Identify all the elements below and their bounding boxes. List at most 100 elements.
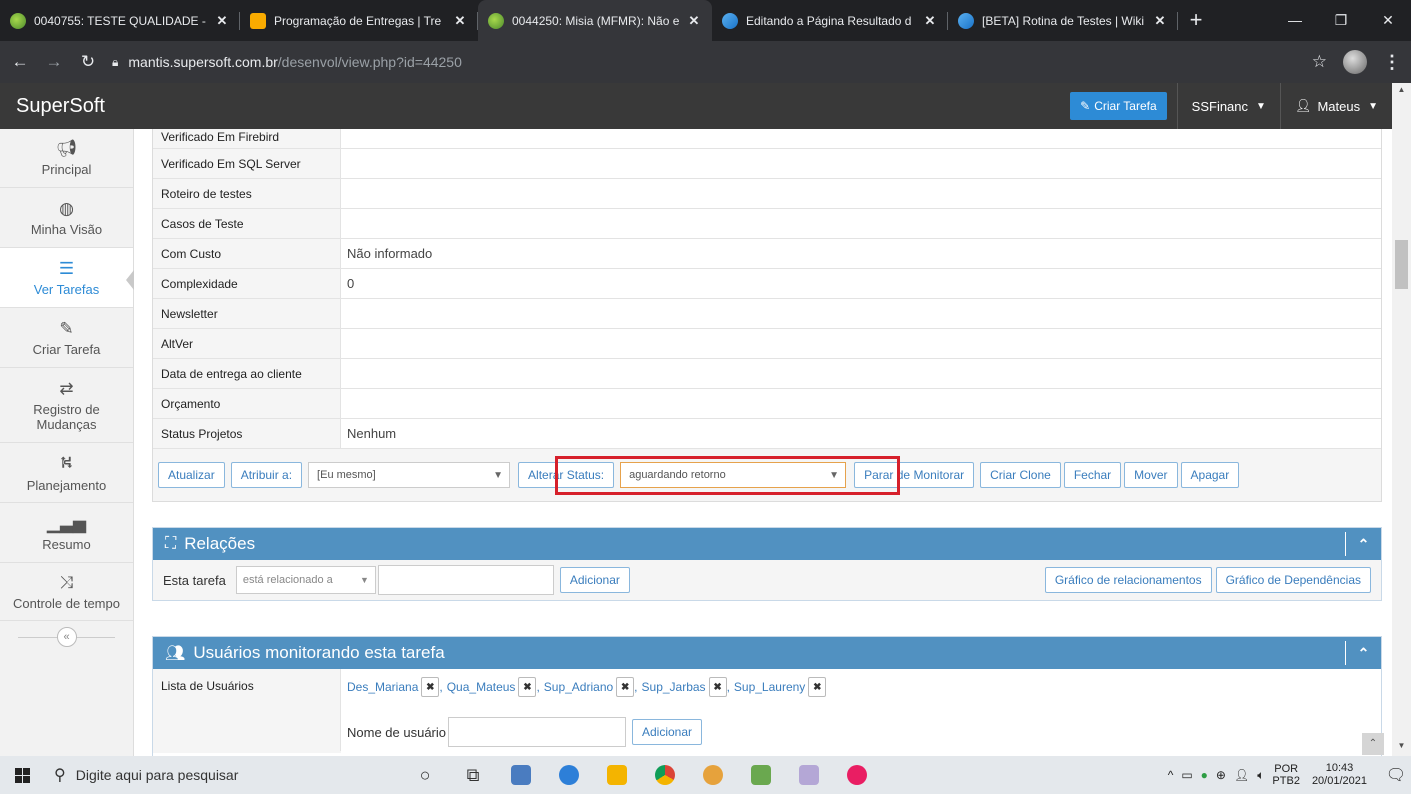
sidebar-item-principal[interactable]: 📢︎ Principal	[0, 129, 133, 188]
create-task-button[interactable]: ✎ Criar Tarefa	[1070, 92, 1167, 120]
browser-tab-active[interactable]: 0044250: Misia (MFMR): Não e ✕	[478, 0, 712, 41]
browser-tab[interactable]: Programação de Entregas | Tre ✕	[240, 0, 478, 41]
assign-select[interactable]: [Eu mesmo] ▼	[308, 462, 511, 488]
monitor-user: Sup_Jarbas ✖,	[642, 677, 730, 697]
relations-graph-button[interactable]: Gráfico de relacionamentos	[1044, 567, 1212, 593]
scroll-down-icon[interactable]: ▼	[1392, 741, 1411, 750]
paint-icon[interactable]	[785, 756, 833, 794]
user-icon[interactable]: 👤︎	[1234, 768, 1249, 782]
monitor-user-name[interactable]: Sup_Adriano	[544, 680, 613, 694]
shield-check-icon[interactable]: ●	[1201, 768, 1208, 782]
page-scrollbar[interactable]: ▲ ▼	[1392, 83, 1411, 756]
url-field[interactable]: 🔒︎ mantis.supersoft.com.br/desenvol/view…	[112, 47, 1312, 77]
add-relation-button[interactable]: Adicionar	[559, 567, 630, 593]
status-select[interactable]: aguardando retorno ▼	[620, 462, 847, 488]
reload-icon[interactable]: ↻	[74, 52, 102, 72]
sidebar-item-planejamento[interactable]: ⛕ Planejamento	[0, 443, 133, 503]
notification-icon[interactable]: 🗨︎	[1381, 765, 1411, 785]
remove-icon[interactable]: ✖	[808, 677, 827, 697]
dependencies-graph-button[interactable]: Gráfico de Dependências	[1215, 567, 1371, 593]
monitor-user: Sup_Adriano ✖,	[544, 677, 638, 697]
volume-icon[interactable]: 🔈︎	[1257, 768, 1264, 783]
monitor-user-name[interactable]: Qua_Mateus	[447, 680, 516, 694]
retweet-icon: ⇄	[59, 378, 74, 398]
project-dropdown[interactable]: SSFinanc ▼	[1176, 83, 1280, 129]
remove-icon[interactable]: ✖	[518, 677, 537, 697]
language-indicator[interactable]: POR PTB2	[1272, 763, 1300, 787]
app-icon[interactable]	[737, 756, 785, 794]
chevron-up-icon[interactable]: ^	[1168, 768, 1174, 782]
new-tab-button[interactable]: +	[1178, 0, 1214, 41]
close-button[interactable]: Fechar	[1063, 462, 1122, 488]
remove-icon[interactable]: ✖	[421, 677, 440, 697]
browser-tab[interactable]: Editando a Página Resultado d ✕	[712, 0, 948, 41]
delete-button[interactable]: Apagar	[1180, 462, 1240, 488]
relation-issue-input[interactable]	[377, 565, 554, 595]
move-button[interactable]: Mover	[1124, 462, 1178, 488]
menu-kebab-icon[interactable]: ⋮	[1383, 52, 1401, 73]
bookmark-star-icon[interactable]: ☆	[1312, 52, 1327, 72]
app-icon[interactable]	[545, 756, 593, 794]
scroll-up-icon[interactable]: ▲	[1392, 85, 1411, 94]
field-label: Verificado Em Firebird	[153, 129, 341, 148]
close-icon[interactable]: ✕	[686, 13, 702, 29]
monitor-user-name[interactable]: Des_Mariana	[347, 680, 418, 694]
sidebar-item-registro-mudancas[interactable]: ⇄ Registro de Mudanças	[0, 368, 133, 443]
mantis-icon	[488, 12, 504, 29]
restore-icon[interactable]: ❐	[1318, 0, 1364, 41]
relations-title: Relações	[184, 534, 256, 553]
chat-icon[interactable]	[833, 756, 881, 794]
chevron-up-icon[interactable]: ⌃	[1345, 532, 1381, 556]
assign-button[interactable]: Atribuir a:	[230, 462, 303, 488]
cortana-icon[interactable]: ○	[401, 756, 449, 794]
sidebar-item-resumo[interactable]: ▁▃▅ Resumo	[0, 503, 133, 563]
sidebar-item-criar-tarefa[interactable]: ✎ Criar Tarefa	[0, 308, 133, 368]
close-icon[interactable]: ✕	[922, 13, 938, 29]
app-icon[interactable]	[689, 756, 737, 794]
username-input[interactable]	[448, 717, 626, 747]
user-dropdown[interactable]: 👤︎ Mateus ▼	[1279, 83, 1392, 129]
change-status-button[interactable]: Alterar Status:	[518, 462, 615, 488]
chevron-up-icon[interactable]: ⌃	[1345, 641, 1381, 665]
message-icon[interactable]: ▭	[1181, 768, 1192, 782]
user-name: Mateus	[1317, 98, 1361, 114]
table-row: Newsletter	[153, 299, 1381, 329]
windows-start-icon[interactable]	[0, 756, 44, 794]
back-icon[interactable]: ←	[6, 52, 34, 72]
taskbar-search[interactable]: ⚲ Digite aqui para pesquisar	[44, 756, 401, 794]
chrome-icon[interactable]	[641, 756, 689, 794]
add-monitor-button[interactable]: Adicionar	[632, 719, 703, 745]
address-bar: ← → ↻ 🔒︎ mantis.supersoft.com.br/desenvo…	[0, 41, 1411, 83]
minimize-icon[interactable]: —	[1272, 0, 1318, 41]
relation-type-select[interactable]: está relacionado a ▼	[235, 566, 376, 594]
tab-title: [BETA] Rotina de Testes | Wiki	[982, 13, 1145, 28]
close-icon[interactable]: ✕	[452, 13, 468, 29]
remove-icon[interactable]: ✖	[708, 677, 727, 697]
brand-logo[interactable]: SuperSoft	[16, 95, 1070, 118]
clock[interactable]: 10:43 20/01/2021	[1312, 762, 1367, 788]
scroll-to-top-icon[interactable]: ⌃	[1362, 733, 1384, 755]
task-view-icon[interactable]: ⧉	[449, 756, 497, 794]
sidebar-item-minha-visao[interactable]: ◍ Minha Visão	[0, 188, 133, 248]
close-icon[interactable]: ✕	[1152, 13, 1168, 29]
stop-monitor-button[interactable]: Parar de Monitorar	[854, 462, 975, 488]
monitor-user-name[interactable]: Sup_Laureny	[734, 680, 805, 694]
sidebar-item-ver-tarefas[interactable]: ☰ Ver Tarefas	[0, 248, 134, 308]
app-icon[interactable]	[497, 756, 545, 794]
scrollbar-thumb[interactable]	[1395, 240, 1408, 289]
profile-avatar[interactable]	[1343, 50, 1367, 74]
browser-tab[interactable]: 0040755: TESTE QUALIDADE - N ✕	[0, 0, 240, 41]
remove-icon[interactable]: ✖	[616, 677, 635, 697]
trello-icon	[250, 12, 266, 29]
browser-tab[interactable]: [BETA] Rotina de Testes | Wiki ✕	[948, 0, 1178, 41]
update-button[interactable]: Atualizar	[158, 462, 225, 488]
file-explorer-icon[interactable]	[593, 756, 641, 794]
clone-button[interactable]: Criar Clone	[980, 462, 1061, 488]
monitor-user-name[interactable]: Sup_Jarbas	[642, 680, 706, 694]
close-icon[interactable]: ✕	[214, 13, 230, 29]
collapse-sidebar-icon[interactable]: «	[56, 627, 77, 647]
close-window-icon[interactable]: ✕	[1365, 0, 1411, 41]
network-icon[interactable]: ⊕	[1216, 768, 1226, 782]
forward-icon[interactable]: →	[40, 52, 68, 72]
sidebar-item-controle-tempo[interactable]: ⤨ Controle de tempo	[0, 563, 133, 621]
